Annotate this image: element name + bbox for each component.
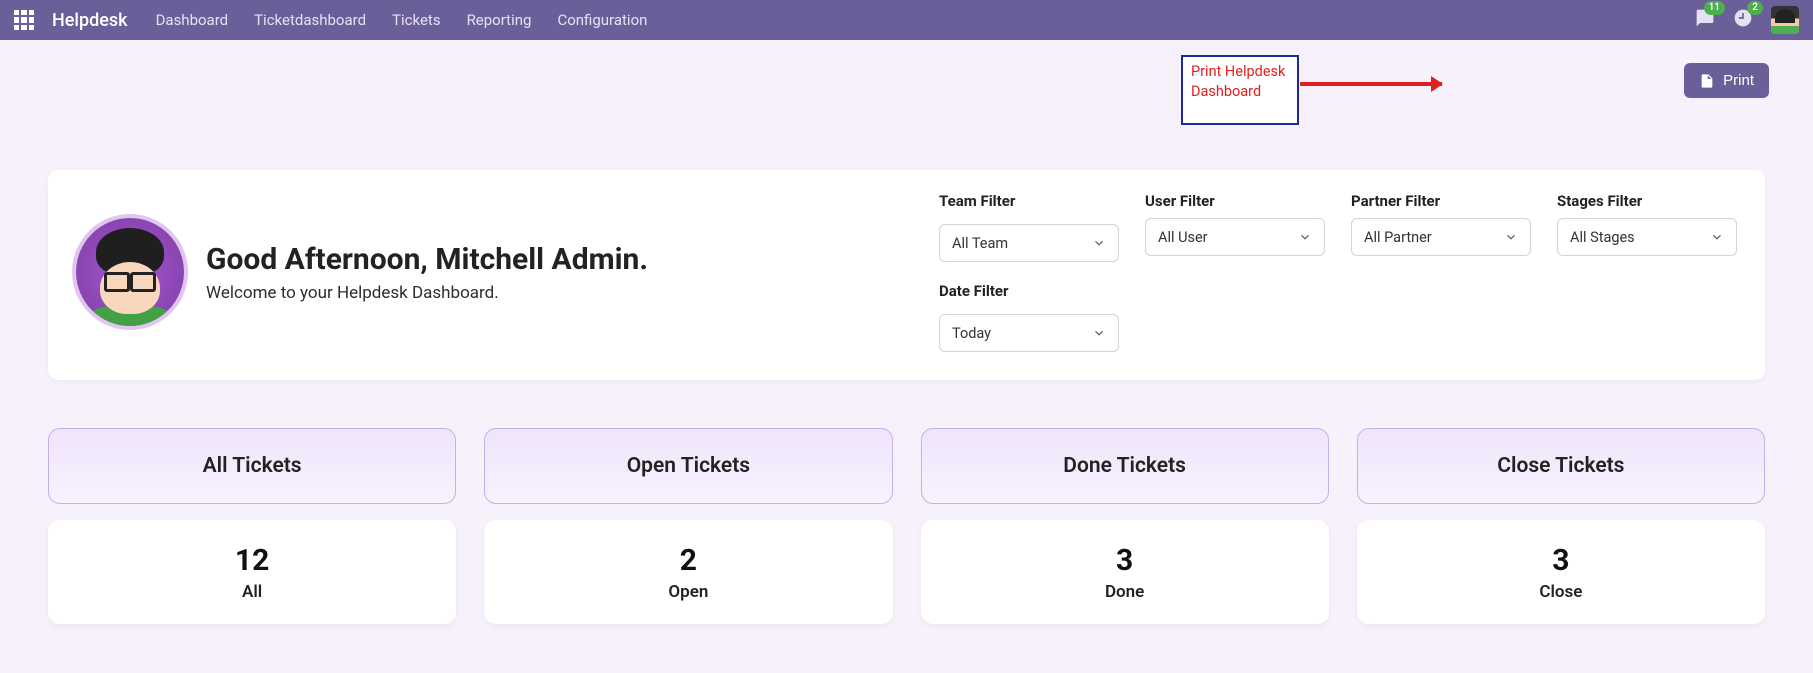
nav-link-configuration[interactable]: Configuration <box>557 11 647 29</box>
chevron-down-icon <box>1298 230 1312 244</box>
nav-links: Dashboard Ticketdashboard Tickets Report… <box>156 11 648 29</box>
date-filter-label: Date Filter <box>939 282 1119 300</box>
team-filter-label: Team Filter <box>939 192 1119 210</box>
messages-icon[interactable]: 11 <box>1695 8 1715 32</box>
stat-value-close: 3 <box>1552 543 1569 578</box>
date-filter-select[interactable]: Today <box>939 314 1119 352</box>
greeting-subtitle: Welcome to your Helpdesk Dashboard. <box>206 283 648 303</box>
stats-row: All Tickets 12 All Open Tickets 2 Open D… <box>48 428 1765 624</box>
stat-label-close: Close <box>1539 582 1582 602</box>
team-filter-select[interactable]: All Team <box>939 224 1119 262</box>
stages-filter-value: All Stages <box>1570 229 1635 246</box>
chevron-down-icon <box>1504 230 1518 244</box>
stat-body-all[interactable]: 12 All <box>48 520 456 624</box>
partner-filter-value: All Partner <box>1364 229 1432 246</box>
top-navbar: Helpdesk Dashboard Ticketdashboard Ticke… <box>0 0 1813 40</box>
user-filter-label: User Filter <box>1145 192 1325 210</box>
stat-label-done: Done <box>1105 582 1144 602</box>
team-filter-value: All Team <box>952 235 1008 252</box>
stat-head-done[interactable]: Done Tickets <box>921 428 1329 504</box>
annotation-callout: Print Helpdesk Dashboard <box>1181 55 1299 125</box>
chevron-down-icon <box>1710 230 1724 244</box>
print-button-label: Print <box>1723 72 1754 89</box>
stat-body-done[interactable]: 3 Done <box>921 520 1329 624</box>
annotation-arrow-icon <box>1300 82 1442 86</box>
filters-area: Team Filter All Team Date Filter Today U… <box>939 192 1737 352</box>
user-filter-value: All User <box>1158 229 1208 246</box>
stat-label-open: Open <box>668 582 708 602</box>
dashboard-header-card: Good Afternoon, Mitchell Admin. Welcome … <box>48 170 1765 380</box>
stat-card-done: Done Tickets 3 Done <box>921 428 1329 624</box>
stat-card-close: Close Tickets 3 Close <box>1357 428 1765 624</box>
stat-label-all: All <box>242 582 262 602</box>
user-avatar-large <box>76 218 184 326</box>
stat-body-close[interactable]: 3 Close <box>1357 520 1765 624</box>
user-filter-select[interactable]: All User <box>1145 218 1325 256</box>
partner-filter-select[interactable]: All Partner <box>1351 218 1531 256</box>
nav-link-tickets[interactable]: Tickets <box>392 11 441 29</box>
nav-link-reporting[interactable]: Reporting <box>467 11 532 29</box>
activity-badge: 2 <box>1747 1 1763 15</box>
stat-card-all: All Tickets 12 All <box>48 428 456 624</box>
partner-filter-label: Partner Filter <box>1351 192 1531 210</box>
apps-menu-icon[interactable] <box>14 10 34 30</box>
chevron-down-icon <box>1092 326 1106 340</box>
pdf-icon <box>1699 73 1715 89</box>
stat-card-open: Open Tickets 2 Open <box>484 428 892 624</box>
print-button[interactable]: Print <box>1684 63 1769 98</box>
stages-filter-select[interactable]: All Stages <box>1557 218 1737 256</box>
stat-head-open[interactable]: Open Tickets <box>484 428 892 504</box>
user-avatar-menu[interactable] <box>1771 6 1799 34</box>
stat-head-all[interactable]: All Tickets <box>48 428 456 504</box>
chevron-down-icon <box>1092 236 1106 250</box>
nav-link-dashboard[interactable]: Dashboard <box>156 11 229 29</box>
nav-link-ticketdashboard[interactable]: Ticketdashboard <box>254 11 366 29</box>
stat-value-all: 12 <box>235 543 269 578</box>
stat-value-open: 2 <box>680 543 697 578</box>
messages-badge: 11 <box>1704 1 1725 15</box>
greeting-title: Good Afternoon, Mitchell Admin. <box>206 242 648 277</box>
date-filter-value: Today <box>952 325 991 342</box>
stages-filter-label: Stages Filter <box>1557 192 1737 210</box>
stat-body-open[interactable]: 2 Open <box>484 520 892 624</box>
stat-head-close[interactable]: Close Tickets <box>1357 428 1765 504</box>
activity-icon[interactable]: 2 <box>1733 8 1753 32</box>
app-brand[interactable]: Helpdesk <box>52 10 128 31</box>
stat-value-done: 3 <box>1116 543 1133 578</box>
